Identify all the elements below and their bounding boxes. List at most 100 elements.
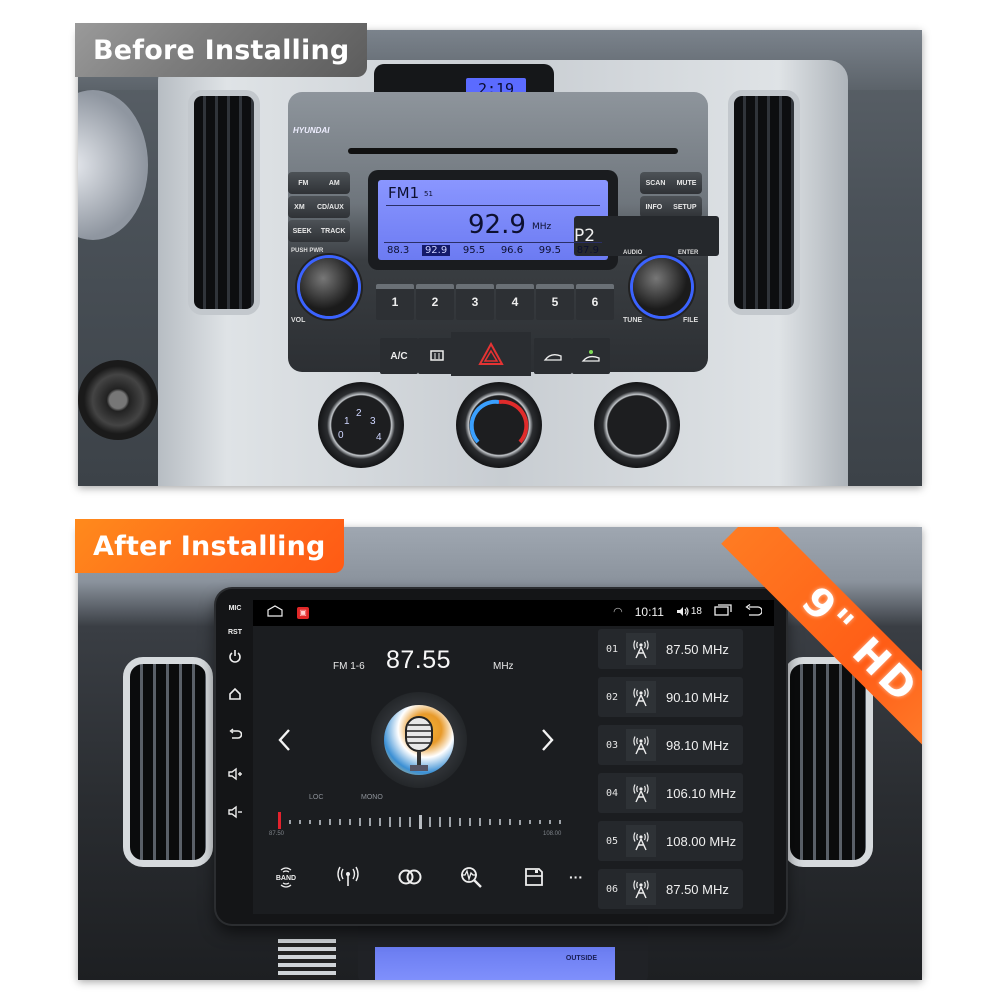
reset-button[interactable]: RST [216, 629, 254, 636]
left-air-vent [188, 90, 260, 315]
tuner-tick [479, 818, 481, 826]
preset-frequency: 87.50 MHz [666, 881, 729, 897]
volume-up-button[interactable] [216, 767, 254, 781]
svg-text:BAND: BAND [276, 875, 296, 882]
radio-app-badge[interactable]: ▣ [297, 606, 309, 619]
current-frequency: 87.55 [386, 646, 452, 674]
push-pwr-label: PUSH PWR [291, 248, 324, 254]
fresh-air-button [534, 338, 572, 374]
before-installing-label: Before Installing [75, 23, 368, 77]
tuner-tick [449, 817, 451, 827]
tuner-needle[interactable] [278, 812, 281, 829]
scale-max-label: 108.00 [543, 831, 562, 837]
preset-number: 05 [605, 835, 619, 847]
airflow-mode-knob [594, 382, 680, 468]
loc-toggle[interactable]: LOC [309, 794, 323, 801]
preset-frequency: 106.10 MHz [666, 785, 737, 801]
hazard-button [451, 332, 531, 376]
tuner-tick [299, 820, 301, 824]
fan-speed-knob: 2 1 3 0 4 [318, 382, 404, 468]
enter-label: ENTER [678, 250, 699, 256]
right-air-vent [728, 90, 800, 315]
volume-down-icon [228, 805, 242, 819]
radio-app-screen: ▣ ◠ 10:11 18 FM 1-6 87.55 MHz LOC MONO 8… [253, 600, 774, 914]
search-scan-button[interactable] [457, 862, 487, 892]
back-button[interactable] [216, 727, 254, 741]
file-label: FILE [683, 317, 699, 324]
home-icon [229, 687, 241, 700]
volume-up-icon [228, 767, 242, 781]
oem-lcd-preset-row: 88.3 92.9 95.5 96.6 99.5 87.9 [384, 242, 602, 256]
instrument-gauge [78, 90, 148, 240]
oem-preset-button-2: 2 [416, 284, 454, 320]
preset-item[interactable]: 06 87.50 MHz [598, 869, 743, 909]
tuner-tick [399, 817, 401, 827]
fresh-air-icon [543, 354, 562, 361]
tuner-tick [379, 817, 381, 827]
antenna-button[interactable] [333, 862, 363, 892]
more-button[interactable]: ··· [561, 862, 591, 892]
home-button[interactable] [216, 687, 254, 701]
tuner-tick [469, 818, 471, 826]
radio-tower-icon [626, 825, 656, 857]
back-arrow-icon [745, 603, 763, 616]
recent-apps-button[interactable] [714, 604, 732, 619]
seek-previous-button[interactable] [277, 728, 291, 759]
cd-slot [348, 148, 678, 154]
tuner-tick [319, 819, 321, 825]
back-nav-button[interactable] [744, 603, 763, 619]
radio-tower-icon [626, 729, 656, 761]
oem-lcd-band: FM1 [388, 184, 420, 202]
tuner-scale[interactable] [273, 810, 563, 830]
status-bar: ▣ ◠ 10:11 18 [253, 600, 774, 626]
band-button[interactable]: BAND [271, 862, 301, 892]
radio-app-icon: ▣ [299, 608, 307, 617]
recirculation-icon [581, 350, 600, 362]
status-time: 10:11 [634, 604, 664, 619]
oem-lcd-band-sub: 51 [424, 190, 433, 198]
preset-frequency: 90.10 MHz [666, 689, 729, 705]
power-button[interactable] [216, 649, 254, 663]
preset-item[interactable]: 01 87.50 MHz [598, 629, 743, 669]
oem-preset-button-6: 6 [576, 284, 614, 320]
volume-down-button[interactable] [216, 805, 254, 819]
tuner-tick [349, 818, 351, 826]
band-icon: BAND [276, 867, 296, 888]
oem-button-scan-mute: SCAN MUTE [640, 172, 702, 194]
oem-preset-button-1: 1 [376, 284, 414, 320]
home-outline-icon [267, 605, 283, 617]
home-nav-button[interactable] [267, 605, 283, 620]
tune-label: TUNE [623, 317, 643, 324]
mic-label: MIC [228, 605, 242, 612]
preset-item[interactable]: 05 108.00 MHz [598, 821, 743, 861]
tuner-tick [429, 816, 431, 828]
preset-item[interactable]: 04 106.10 MHz [598, 773, 743, 813]
preset-number: 04 [605, 787, 619, 799]
preset-item[interactable]: 03 98.10 MHz [598, 725, 743, 765]
volume-knob [300, 258, 358, 316]
tuner-tick [419, 815, 422, 829]
radio-brand: HYUNDAI [293, 126, 330, 135]
oem-lcd-preset-value: 95.5 [462, 245, 486, 256]
preset-number: 02 [605, 691, 619, 703]
preset-frequency: 98.10 MHz [666, 737, 729, 753]
climate-lcd: OUTSIDE [375, 947, 615, 980]
preset-item[interactable]: 02 90.10 MHz [598, 677, 743, 717]
oem-lcd-preset-value: 96.6 [500, 245, 524, 256]
save-icon [525, 868, 543, 886]
stereo-button[interactable] [395, 862, 425, 892]
volume-indicator: 18 [676, 606, 702, 617]
oem-lcd-unit: MHz [532, 222, 552, 232]
seek-next-button[interactable] [541, 728, 555, 759]
tuner-tick [559, 820, 561, 824]
save-button[interactable] [519, 862, 549, 892]
rear-defrost-icon [430, 350, 444, 361]
preset-frequency: 108.00 MHz [666, 833, 737, 849]
preset-frequency: 87.50 MHz [666, 641, 729, 657]
stereo-icon [398, 869, 422, 885]
oem-preset-button-3: 3 [456, 284, 494, 320]
mono-toggle[interactable]: MONO [361, 794, 383, 801]
microphone-icon [405, 716, 433, 771]
tune-knob [633, 258, 691, 316]
before-installing-photo: 2:19 HYUNDAI FM AM XM CD/AUX SEEK TRACK SCA… [78, 30, 922, 486]
